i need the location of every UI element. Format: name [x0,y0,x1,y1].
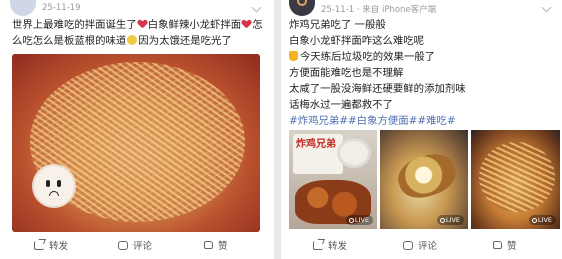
post-line: 白象小龙虾拌面咋这么难吃呢 [289,35,425,47]
avatar[interactable] [289,0,315,16]
hashtags[interactable]: #炸鸡兄弟##白象方便面##难吃# [289,113,557,129]
live-badge: LIVE [528,215,556,225]
comment-icon [403,240,413,250]
emoji-face-sticker [34,166,74,206]
thumbnail-3[interactable]: LIVE [471,130,560,229]
share-icon [34,240,44,250]
post-meta: 25-11-1 · 来自 iPhone客户端 [321,5,437,15]
share-icon [313,240,323,250]
chevron-down-icon[interactable] [541,2,552,13]
package-text: 炸鸡兄弟 [296,139,336,150]
fried-chicken-image [393,148,461,204]
live-badge: LIVE [436,215,464,225]
comment-button[interactable]: 评论 [403,238,437,252]
share-label: 转发 [49,241,69,252]
comment-icon [118,240,128,250]
sick-face-icon [127,35,138,45]
post-actions: 转发 评论 赞 [281,238,562,256]
broken-heart-icon [138,20,147,29]
post-text-part: 世界上最难吃的拌面诞生了 [12,19,137,31]
thumbs-up-icon [204,241,213,249]
post-line: 炸鸡兄弟吃了 一般般 [289,19,386,31]
noodles-image [479,142,555,212]
post-text: 世界上最难吃的拌面诞生了 白象鲜辣小龙虾拌面 怎么吃怎么是板蓝根的味道 因为太饿还是吃… [12,17,270,49]
share-button[interactable]: 转发 [313,238,347,252]
like-button[interactable]: 赞 [204,238,228,252]
post-actions: 转发 评论 赞 [0,238,274,256]
broken-heart-icon [242,20,251,29]
post-line: 太咸了一股没海鲜还硬要鲜的添加剂味 [289,83,466,95]
share-button[interactable]: 转发 [34,238,68,252]
post-card-2: 25-11-1 · 来自 iPhone客户端 炸鸡兄弟吃了 一般般 白象小龙虾拌… [281,0,562,259]
post-line: 方便面能难吃也是不理解 [289,67,404,79]
like-label: 赞 [218,241,228,252]
post-text-part: 白象鲜辣小龙虾拌面 [147,19,242,31]
post-date: 25-11-19 [42,3,81,13]
comment-label: 评论 [418,241,438,252]
post-line: 今天练后垃圾吃的效果一般了 [300,51,436,63]
post-image[interactable] [12,54,260,232]
thumbnail-2[interactable]: LIVE [380,130,468,229]
noodle-package: 炸鸡兄弟 [293,134,343,174]
thumbs-up-icon [493,241,502,249]
like-button[interactable]: 赞 [493,238,517,252]
post-text-part: 因为太饿还是吃光了 [138,35,232,47]
image-grid: 炸鸡兄弟 LIVE LIVE LIVE [289,130,560,229]
post-line: 话梅水过一遍都救不了 [289,99,393,111]
live-badge: LIVE [345,215,373,225]
trophy-icon [289,51,298,61]
feed: 25-11-19 世界上最难吃的拌面诞生了 白象鲜辣小龙虾拌面 怎么吃怎么是板蓝根的… [0,0,562,259]
comment-label: 评论 [133,241,153,252]
thumbnail-1[interactable]: 炸鸡兄弟 LIVE [289,130,377,229]
avatar[interactable] [10,0,36,16]
share-label: 转发 [328,241,348,252]
post-card-1: 25-11-19 世界上最难吃的拌面诞生了 白象鲜辣小龙虾拌面 怎么吃怎么是板蓝根的… [0,0,274,259]
comment-button[interactable]: 评论 [118,238,152,252]
like-label: 赞 [507,241,517,252]
chevron-down-icon[interactable] [251,2,262,13]
post-text: 炸鸡兄弟吃了 一般般 白象小龙虾拌面咋这么难吃呢 今天练后垃圾吃的效果一般了 方… [289,17,557,129]
